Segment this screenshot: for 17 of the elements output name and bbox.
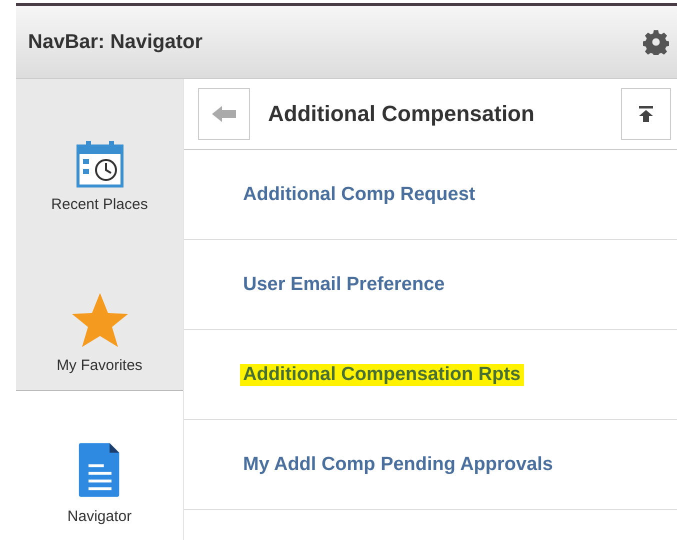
navigation-link[interactable]: User Email Preference (240, 274, 448, 296)
settings-icon[interactable] (643, 29, 669, 55)
navigation-link[interactable]: My Addl Comp Pending Approvals (240, 454, 556, 476)
back-arrow-icon (212, 106, 236, 122)
navigation-link[interactable]: Additional Comp Request (240, 184, 478, 206)
sidebar-label: My Favorites (56, 357, 142, 374)
scroll-top-icon (638, 106, 654, 122)
sidebar-label: Navigator (67, 508, 132, 525)
sidebar-label: Recent Places (51, 196, 148, 213)
star-icon (70, 291, 130, 349)
sidebar-item[interactable]: Navigator (16, 391, 183, 540)
scroll-top-button[interactable] (621, 88, 671, 140)
calendar-clock-icon (76, 140, 124, 188)
sidebar-item[interactable]: Recent Places (16, 79, 183, 229)
header-title: NavBar: Navigator (28, 30, 203, 54)
panel-title: Additional Compensation (268, 101, 534, 127)
navigation-link[interactable]: Additional Compensation Rpts (240, 364, 524, 386)
